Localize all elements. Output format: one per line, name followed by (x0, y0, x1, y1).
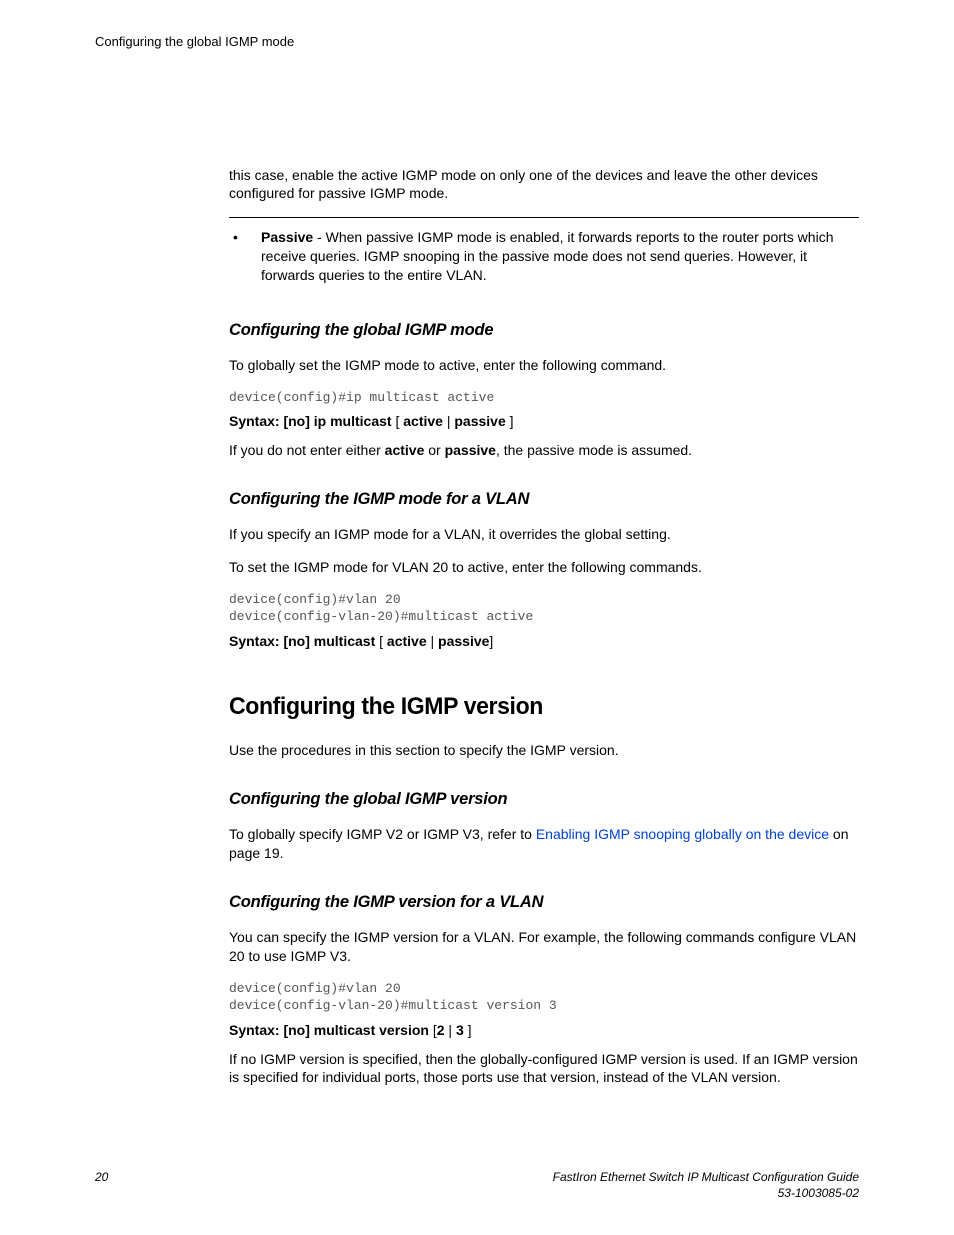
vlan-mode-p1: If you specify an IGMP mode for a VLAN, … (229, 525, 859, 544)
syntax-vlan-version: Syntax: [no] multicast version [2 | 3 ] (229, 1021, 859, 1040)
heading-global-version: Configuring the global IGMP version (229, 788, 840, 811)
vlan-version-p1: You can specify the IGMP version for a V… (229, 928, 859, 966)
main-content: this case, enable the active IGMP mode o… (229, 166, 859, 1088)
version-p1: Use the procedures in this section to sp… (229, 741, 859, 760)
link-enable-snooping[interactable]: Enabling IGMP snooping globally on the d… (536, 826, 829, 842)
vlan-version-p2: If no IGMP version is specified, then th… (229, 1050, 859, 1088)
code-global-mode: device(config)#ip multicast active (229, 389, 859, 407)
bullet-text: Passive - When passive IGMP mode is enab… (261, 228, 859, 285)
divider (229, 217, 859, 218)
bullet-marker: • (229, 228, 261, 285)
running-header: Configuring the global IGMP mode (95, 33, 859, 51)
intro-paragraph: this case, enable the active IGMP mode o… (229, 166, 859, 204)
footer-title: FastIron Ethernet Switch IP Multicast Co… (553, 1169, 859, 1201)
global-version-p1: To globally specify IGMP V2 or IGMP V3, … (229, 825, 859, 863)
syntax-global-mode: Syntax: [no] ip multicast [ active | pas… (229, 412, 859, 431)
syntax-vlan-mode: Syntax: [no] multicast [ active | passiv… (229, 632, 859, 651)
bullet-desc: - When passive IGMP mode is enabled, it … (261, 229, 833, 283)
vlan-mode-p2: To set the IGMP mode for VLAN 20 to acti… (229, 558, 859, 577)
global-mode-p2: If you do not enter either active or pas… (229, 441, 859, 460)
page-footer: 20 FastIron Ethernet Switch IP Multicast… (95, 1169, 859, 1201)
page-number: 20 (95, 1169, 108, 1185)
bullet-label: Passive (261, 229, 313, 245)
heading-igmp-version: Configuring the IGMP version (229, 691, 834, 723)
code-vlan-version: device(config)#vlan 20 device(config-vla… (229, 980, 859, 1015)
bullet-passive: • Passive - When passive IGMP mode is en… (229, 228, 859, 285)
heading-vlan-mode: Configuring the IGMP mode for a VLAN (229, 488, 840, 511)
heading-global-mode: Configuring the global IGMP mode (229, 319, 840, 342)
global-mode-p1: To globally set the IGMP mode to active,… (229, 356, 859, 375)
heading-vlan-version: Configuring the IGMP version for a VLAN (229, 891, 840, 914)
code-vlan-mode: device(config)#vlan 20 device(config-vla… (229, 591, 859, 626)
